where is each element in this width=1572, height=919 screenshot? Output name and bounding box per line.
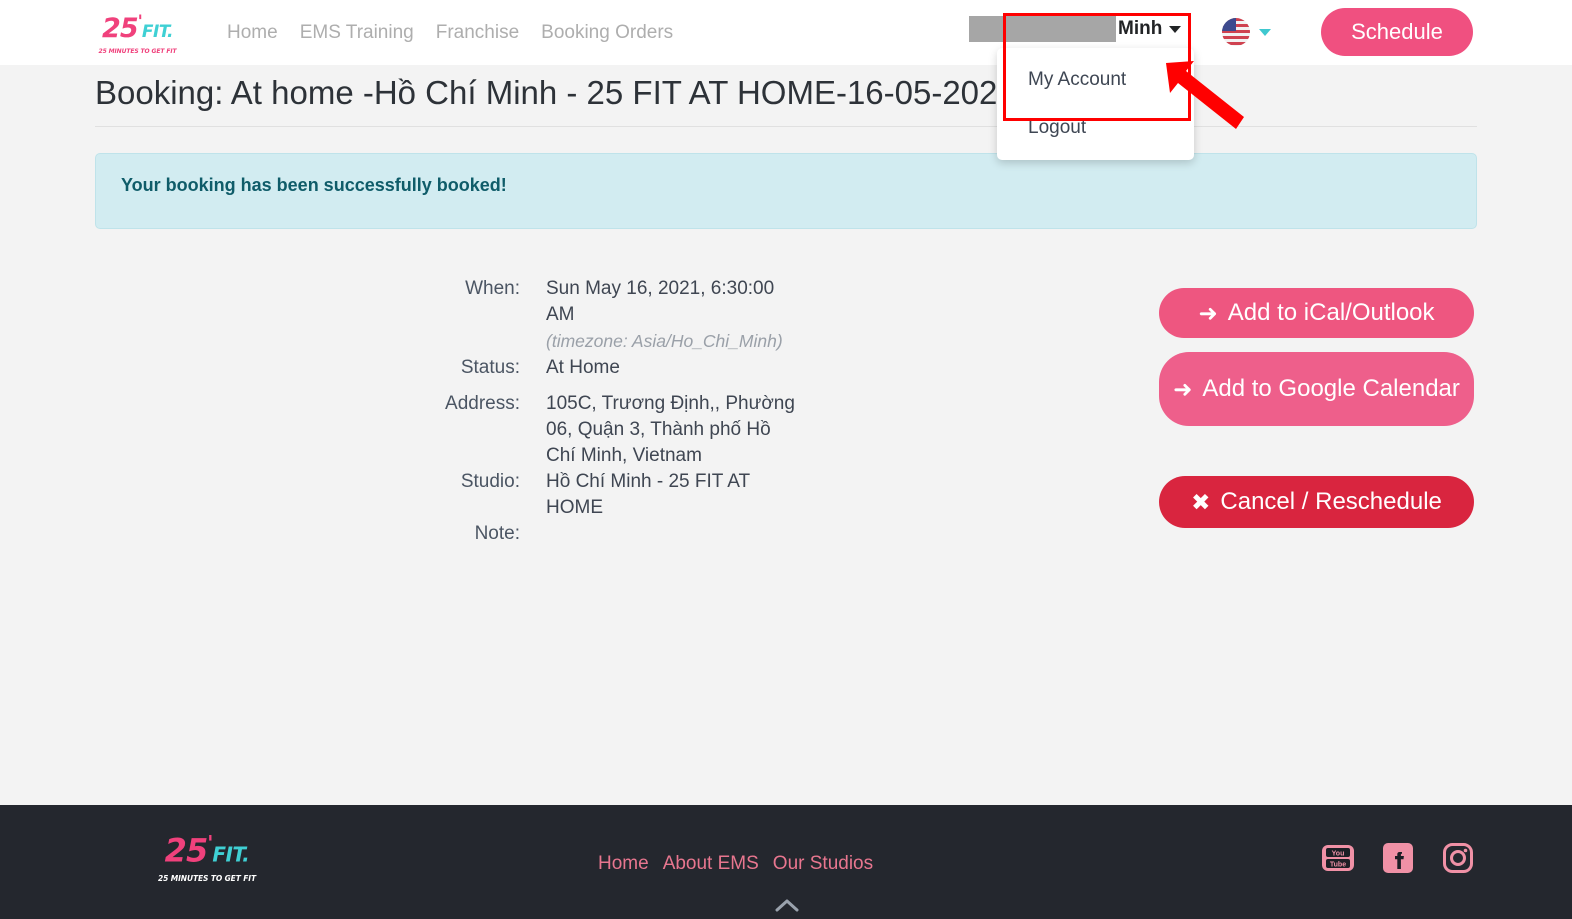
detail-when-datetime: Sun May 16, 2021, 6:30:00 AM <box>546 278 775 325</box>
redacted-user-email <box>969 16 1116 42</box>
user-name-label: Minh <box>1118 18 1163 39</box>
arrow-right-icon: ➜ <box>1198 299 1218 326</box>
facebook-icon[interactable] <box>1380 840 1416 876</box>
logo-number: 25 <box>102 13 139 44</box>
user-menu-trigger[interactable]: Minh <box>1118 18 1182 40</box>
chevron-up-icon <box>775 899 799 912</box>
success-alert-message: Your booking has been successfully booke… <box>121 175 507 195</box>
user-dropdown-menu: My Account Logout <box>997 48 1194 160</box>
detail-row-note: Note: <box>0 521 1000 547</box>
header-logo[interactable]: 25'FIT. 25 MINUTES TO GET FIT <box>95 8 180 56</box>
us-flag-icon <box>1222 18 1250 46</box>
chevron-down-icon <box>1259 28 1271 36</box>
svg-text:Tube: Tube <box>1330 862 1346 869</box>
detail-row-when: When: Sun May 16, 2021, 6:30:00 AM (time… <box>0 276 1000 355</box>
language-selector[interactable] <box>1222 18 1271 46</box>
booking-actions: ➜ Add to iCal/Outlook ➜ Add to Google Ca… <box>1159 288 1474 528</box>
footer-nav-home[interactable]: Home <box>591 853 656 875</box>
detail-label-status: Status: <box>460 357 520 378</box>
schedule-button[interactable]: Schedule <box>1321 8 1473 56</box>
youtube-icon[interactable]: You Tube <box>1320 840 1356 876</box>
page-root: Booking: At home -Hồ Chí Minh - 25 FIT A… <box>0 0 1572 919</box>
footer-navigation: Home About EMS Our Studios <box>591 853 880 875</box>
nav-home[interactable]: Home <box>216 22 289 44</box>
dropdown-item-my-account[interactable]: My Account <box>997 56 1194 104</box>
detail-when-timezone: (timezone: Asia/Ho_Chi_Minh) <box>546 331 783 351</box>
booking-details: When: Sun May 16, 2021, 6:30:00 AM (time… <box>0 276 1000 547</box>
footer-nav-about-ems[interactable]: About EMS <box>656 853 766 875</box>
instagram-icon[interactable] <box>1440 840 1476 876</box>
detail-label-address: Address: <box>445 393 520 414</box>
add-to-ical-outlook-button[interactable]: ➜ Add to iCal/Outlook <box>1159 288 1474 338</box>
main-navigation: Home EMS Training Franchise Booking Orde… <box>216 0 684 65</box>
detail-value-status: At Home <box>546 357 620 378</box>
detail-value-when: Sun May 16, 2021, 6:30:00 AM (timezone: … <box>546 276 796 355</box>
footer-logo-fit: FIT. <box>212 842 250 867</box>
footer-nav-our-studios[interactable]: Our Studios <box>766 853 880 875</box>
title-divider <box>95 126 1477 127</box>
footer-logo-number: 25 <box>164 831 209 870</box>
detail-value-studio: Hồ Chí Minh - 25 FIT AT HOME <box>546 471 750 518</box>
footer-logo[interactable]: 25'FIT. 25 MINUTES TO GET FIT <box>158 827 256 883</box>
footer-logo-mark: 25'FIT. <box>165 827 250 872</box>
success-alert: Your booking has been successfully booke… <box>95 153 1477 229</box>
footer-logo-tagline: 25 MINUTES TO GET FIT <box>158 873 256 883</box>
detail-row-status: Status: At Home <box>0 355 1000 381</box>
add-to-google-calendar-button[interactable]: ➜ Add to Google Calendar <box>1159 352 1474 426</box>
detail-label-note: Note: <box>474 523 520 544</box>
chevron-down-icon <box>1169 25 1182 33</box>
detail-value-address: 105C, Trương Định,, Phường 06, Quận 3, T… <box>546 393 795 466</box>
detail-value-note <box>546 521 796 547</box>
svg-text:You: You <box>1332 851 1345 858</box>
nav-ems-training[interactable]: EMS Training <box>289 22 425 44</box>
cancel-reschedule-button[interactable]: ✖ Cancel / Reschedule <box>1159 476 1474 528</box>
detail-label-studio: Studio: <box>460 471 520 492</box>
scroll-to-top-button[interactable] <box>775 894 799 919</box>
nav-franchise[interactable]: Franchise <box>425 22 530 44</box>
detail-row-studio: Studio: Hồ Chí Minh - 25 FIT AT HOME <box>0 469 1000 521</box>
logo-mark: 25'FIT. <box>102 8 173 46</box>
detail-row-address: Address: 105C, Trương Định,, Phường 06, … <box>0 391 1000 469</box>
nav-booking-orders[interactable]: Booking Orders <box>530 22 684 44</box>
page-title: Booking: At home -Hồ Chí Minh - 25 FIT A… <box>95 74 1036 111</box>
dropdown-item-logout[interactable]: Logout <box>997 104 1194 152</box>
cancel-reschedule-label: Cancel / Reschedule <box>1220 488 1442 515</box>
close-x-icon: ✖ <box>1191 488 1211 515</box>
add-to-google-calendar-label: Add to Google Calendar <box>1202 375 1460 402</box>
logo-fit: FIT. <box>141 22 174 42</box>
social-links: You Tube <box>1320 840 1476 876</box>
detail-label-when: When: <box>465 278 520 299</box>
logo-tagline: 25 MINUTES TO GET FIT <box>98 48 177 55</box>
add-to-ical-outlook-label: Add to iCal/Outlook <box>1227 299 1435 326</box>
arrow-right-icon: ➜ <box>1173 375 1193 402</box>
